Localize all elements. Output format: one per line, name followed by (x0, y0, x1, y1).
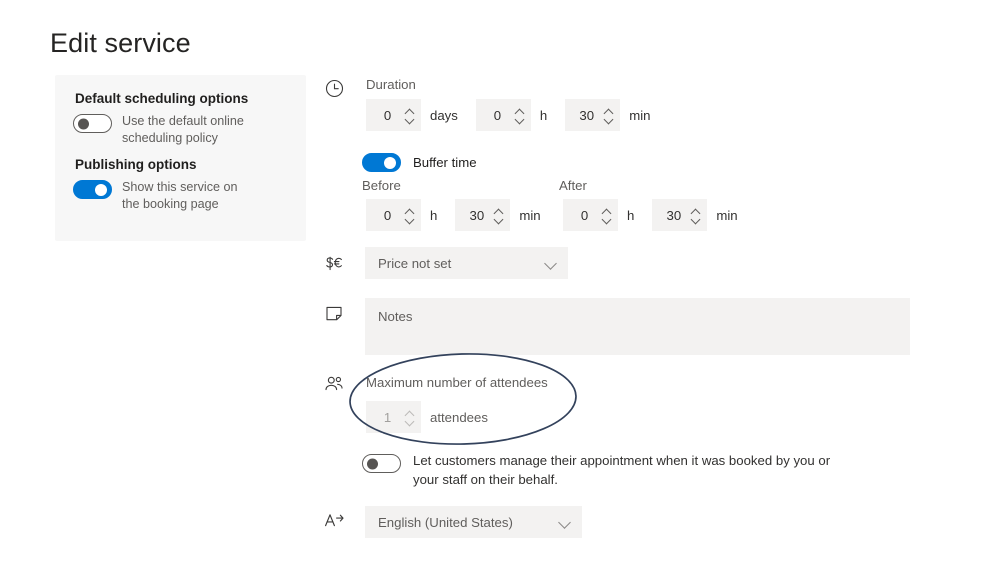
buffer-before-hours-value: 0 (383, 207, 392, 223)
let-customers-manage-toggle[interactable] (362, 454, 401, 473)
buffer-before-minutes-spinner[interactable]: 30 (455, 199, 511, 231)
page-title: Edit service (50, 28, 191, 58)
show-on-booking-page-label: Show this service on the booking page (122, 180, 238, 211)
chevron-up-icon[interactable] (494, 208, 503, 213)
show-on-booking-page-toggle[interactable] (73, 180, 112, 199)
toggle-knob (78, 118, 89, 129)
chevron-up-icon[interactable] (691, 208, 700, 213)
chevron-down-icon[interactable] (545, 260, 557, 267)
scheduling-options-heading: Default scheduling options (75, 91, 249, 106)
buffer-after-fields: 0 h 30 min (563, 199, 738, 231)
buffer-after-hours-spinner[interactable]: 0 (563, 199, 618, 231)
notes-field-wrap: Notes (365, 298, 910, 355)
duration-label-wrap: Duration (366, 76, 416, 94)
buffer-after-label: After (559, 178, 587, 193)
duration-days-spinner[interactable]: 0 (366, 99, 421, 131)
duration-hours-spinner[interactable]: 0 (475, 99, 531, 131)
chevron-up-icon[interactable] (604, 108, 613, 113)
price-dropdown-value: Price not set (378, 255, 452, 271)
chevron-down-icon[interactable] (494, 217, 503, 222)
let-customers-manage-label: Let customers manage their appointment w… (413, 453, 831, 487)
notes-input[interactable]: Notes (365, 298, 910, 355)
duration-days-value: 0 (383, 107, 392, 123)
chevron-down-icon[interactable] (405, 217, 414, 222)
buffer-before-hours-spinner[interactable]: 0 (366, 199, 421, 231)
buffer-after-hours-unit: h (627, 207, 635, 223)
duration-minutes-value: 30 (579, 107, 595, 123)
spinner-arrows[interactable] (405, 410, 415, 424)
price-dropdown[interactable]: Price not set (365, 247, 568, 279)
chevron-up-icon[interactable] (405, 410, 414, 415)
duration-label: Duration (366, 77, 416, 92)
language-dropdown-wrap: English (United States) (365, 506, 582, 538)
spinner-arrows[interactable] (405, 108, 415, 122)
publishing-options-heading: Publishing options (75, 157, 197, 172)
chevron-down-icon[interactable] (604, 117, 613, 122)
spinner-arrows[interactable] (604, 108, 614, 122)
buffer-before-minutes-unit: min (519, 207, 541, 223)
notes-placeholder: Notes (378, 309, 413, 324)
default-options-card: Default scheduling options Use the defau… (55, 75, 306, 241)
edit-service-page: Edit service Default scheduling options … (0, 0, 999, 562)
default-scheduling-policy-toggle[interactable] (73, 114, 112, 133)
people-icon (322, 372, 346, 396)
chevron-up-icon[interactable] (405, 108, 414, 113)
language-dropdown-value: English (United States) (378, 514, 513, 530)
attendees-fields: 1 attendees (366, 401, 488, 433)
max-attendees-label: Maximum number of attendees (366, 375, 548, 390)
chevron-down-icon[interactable] (405, 419, 414, 424)
translate-icon (322, 509, 346, 533)
spinner-arrows[interactable] (691, 208, 701, 222)
chevron-down-icon[interactable] (691, 217, 700, 222)
buffer-after-minutes-unit: min (716, 207, 738, 223)
chevron-down-icon[interactable] (515, 117, 524, 122)
chevron-down-icon[interactable] (405, 117, 414, 122)
annotation-ellipse (349, 353, 577, 445)
publishing-row: Show this service on the booking page (73, 179, 250, 212)
spinner-arrows[interactable] (405, 208, 415, 222)
buffer-time-label: Buffer time (413, 154, 477, 170)
buffer-after-label-wrap: After (559, 177, 587, 195)
buffer-before-hours-unit: h (430, 207, 438, 223)
buffer-time-toggle[interactable] (362, 153, 401, 172)
buffer-before-fields: 0 h 30 min (366, 199, 541, 231)
max-attendees-unit: attendees (430, 409, 488, 425)
buffer-before-label: Before (362, 178, 401, 193)
duration-hours-value: 0 (493, 107, 502, 123)
scheduling-policy-row: Use the default online scheduling policy (73, 113, 250, 146)
language-dropdown[interactable]: English (United States) (365, 506, 582, 538)
buffer-after-minutes-value: 30 (666, 207, 682, 223)
buffer-after-hours-value: 0 (580, 207, 589, 223)
toggle-knob (384, 156, 396, 169)
chevron-up-icon[interactable] (405, 208, 414, 213)
chevron-down-icon[interactable] (602, 217, 611, 222)
duration-days-unit: days (430, 107, 458, 123)
duration-hours-unit: h (539, 107, 548, 123)
buffer-time-row: Buffer time (362, 152, 477, 172)
currency-icon (322, 251, 346, 275)
chevron-down-icon[interactable] (559, 519, 571, 526)
duration-minutes-spinner[interactable]: 30 (565, 99, 621, 131)
spinner-arrows[interactable] (494, 208, 504, 222)
spinner-arrows[interactable] (515, 108, 525, 122)
buffer-after-minutes-spinner[interactable]: 30 (652, 199, 708, 231)
clock-icon (322, 76, 346, 100)
spinner-arrows[interactable] (602, 208, 612, 222)
scheduling-policy-label: Use the default online scheduling policy (122, 114, 244, 145)
chevron-up-icon[interactable] (602, 208, 611, 213)
self-manage-row: Let customers manage their appointment w… (362, 451, 832, 489)
duration-minutes-unit: min (629, 107, 651, 123)
price-dropdown-wrap: Price not set (365, 247, 568, 279)
buffer-before-minutes-value: 30 (469, 207, 485, 223)
attendees-label-wrap: Maximum number of attendees (366, 374, 548, 392)
toggle-knob (95, 183, 107, 196)
max-attendees-spinner[interactable]: 1 (366, 401, 421, 433)
buffer-before-label-wrap: Before (362, 177, 401, 195)
toggle-knob (367, 458, 378, 469)
max-attendees-value: 1 (383, 409, 392, 425)
chevron-up-icon[interactable] (515, 108, 524, 113)
duration-fields: 0 days 0 h 30 min (366, 99, 650, 131)
note-icon (322, 301, 346, 325)
